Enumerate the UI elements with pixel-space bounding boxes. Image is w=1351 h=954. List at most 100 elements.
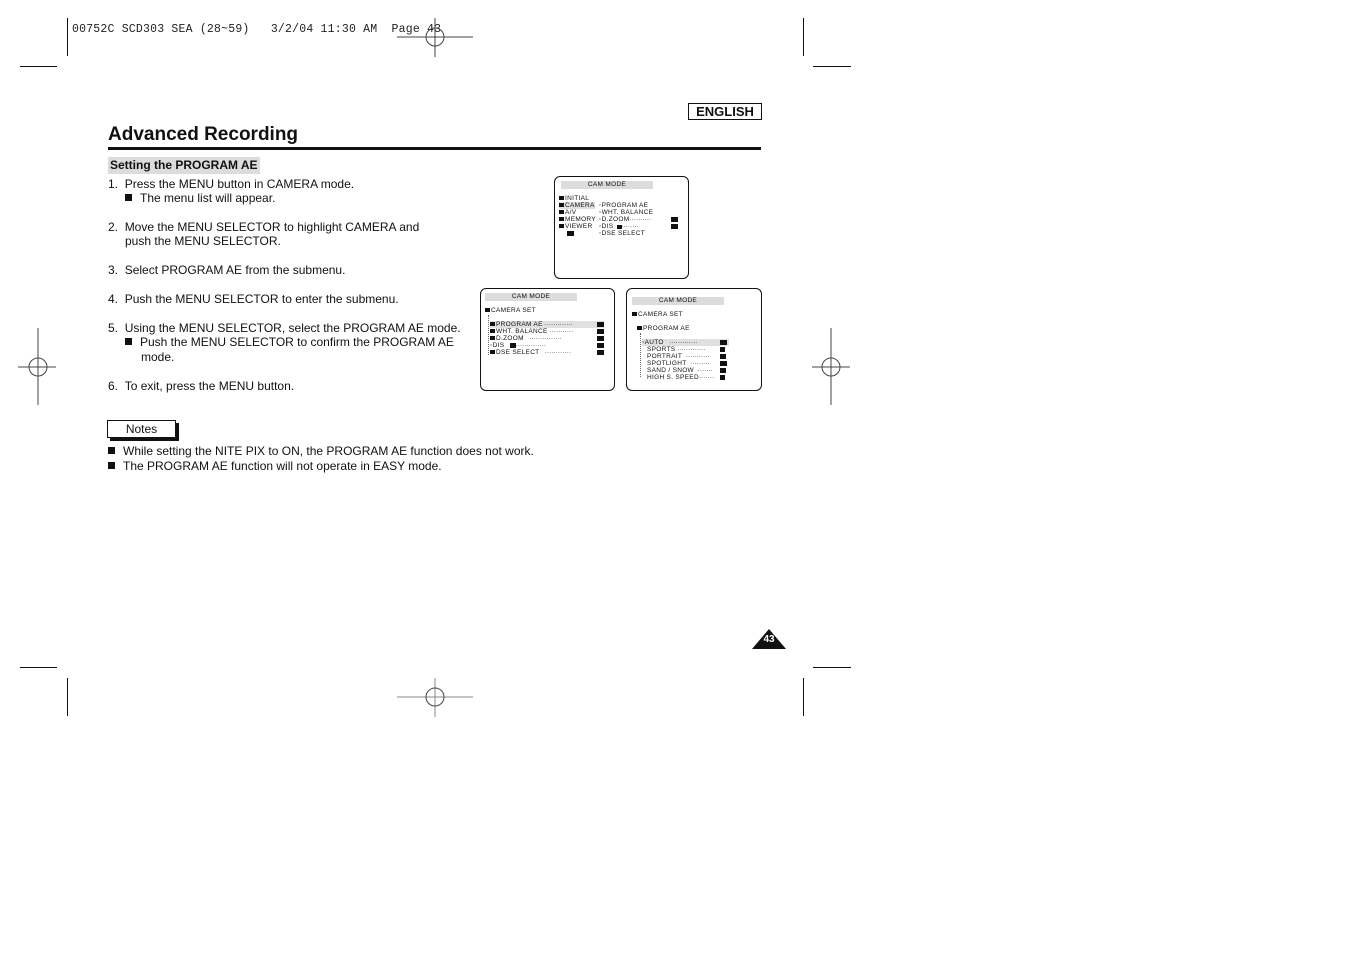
print-slug: 00752C SCD303 SEA (28~59) 3/2/04 11:30 A…: [72, 23, 442, 36]
osd-submenu-program-ae: ◦PROGRAM AE: [599, 202, 649, 209]
crop-mark: [20, 66, 57, 67]
language-badge: ENGLISH: [688, 103, 762, 120]
memory-icon: [559, 217, 564, 221]
note-text: While setting the NITE PIX to ON, the PR…: [123, 444, 534, 458]
step-number: 3.: [108, 263, 119, 277]
crop-mark: [803, 678, 804, 716]
step-number: 5.: [108, 321, 119, 335]
page-number: 43: [763, 634, 775, 645]
folder-icon: [559, 224, 564, 228]
osd-menu-viewer: VIEWER: [559, 223, 592, 230]
bullet-square-icon: [108, 462, 115, 469]
folder-icon: [490, 322, 495, 326]
step-number: 4.: [108, 292, 119, 306]
step-text-cont: push the MENU SELECTOR.: [125, 234, 281, 248]
osd-item-d-zoom: D.ZOOM ···············: [490, 335, 562, 342]
osd-option-portrait: PORTRAIT ···········: [647, 353, 710, 360]
osd-screen-menu: CAM MODE INITIAL CAMERA A/V MEMORY VIEWE…: [554, 176, 689, 279]
title-rule: [108, 147, 761, 150]
osd-option-sand-snow: SAND / SNOW ·······: [647, 367, 713, 374]
notes-label: Notes: [107, 420, 176, 438]
osd-screen-program-ae: CAM MODE CAMERA SET PROGRAM AE ◦AUTO ···…: [626, 288, 762, 391]
registration-mark-bottom: [397, 678, 473, 717]
step-4: 4. Push the MENU SELECTOR to enter the s…: [108, 292, 399, 306]
step-text: To exit, press the MENU button.: [124, 379, 295, 393]
osd-item-wht-balance: WHT. BALANCE ···········: [490, 328, 573, 335]
step-1: 1. Press the MENU button in CAMERA mode.: [108, 177, 354, 191]
step-text: Press the MENU button in CAMERA mode.: [124, 177, 355, 191]
osd-option-spotlight: SPOTLIGHT ·········: [647, 360, 710, 367]
auto-icon: [720, 340, 727, 345]
crop-mark: [813, 667, 851, 668]
program-ae-icon: [597, 322, 604, 327]
dis-icon: [597, 343, 604, 348]
osd-option-high-speed: HIGH S. SPEED·······: [647, 374, 715, 381]
step-text: Select PROGRAM AE from the submenu.: [124, 263, 346, 277]
crop-mark: [803, 18, 804, 56]
bullet-square-icon: [125, 338, 132, 345]
folder-icon: [559, 203, 564, 207]
crop-mark: [20, 667, 57, 668]
dzoom-icon: [671, 217, 678, 222]
osd-screen-camera-set: CAM MODE CAMERA SET PROGRAM AE ·········…: [480, 288, 615, 391]
step-subtext: Push the MENU SELECTOR to confirm the PR…: [140, 335, 454, 349]
step-text: Move the MENU SELECTOR to highlight CAME…: [124, 220, 420, 234]
registration-mark-top: [397, 18, 473, 57]
folder-icon: [559, 210, 564, 214]
crop-mark: [67, 678, 68, 716]
folder-icon: [490, 336, 495, 340]
note-text: The PROGRAM AE function will not operate…: [123, 459, 442, 473]
bullet-square-icon: [125, 194, 132, 201]
osd-submenu-d-zoom: ◦D.ZOOM··········: [599, 216, 652, 223]
step-number: 1.: [108, 177, 119, 191]
folder-icon: [637, 326, 642, 330]
crop-mark: [67, 18, 68, 56]
portrait-icon: [720, 354, 726, 359]
osd-header: CAM MODE: [561, 181, 653, 189]
note-item: The PROGRAM AE function will not operate…: [108, 459, 442, 473]
note-item: While setting the NITE PIX to ON, the PR…: [108, 444, 534, 458]
folder-icon: [490, 350, 495, 354]
step-text: Push the MENU SELECTOR to enter the subm…: [124, 292, 399, 306]
osd-sub-parent-program-ae: PROGRAM AE: [637, 325, 690, 332]
page-title: Advanced Recording: [108, 124, 299, 145]
step-number: 2.: [108, 220, 119, 234]
osd-option-auto: ◦AUTO ·············: [642, 339, 729, 346]
osd-menu-memory: MEMORY: [559, 216, 596, 223]
osd-menu-initial: INITIAL: [559, 195, 589, 202]
dis-icon: [671, 224, 678, 229]
osd-menu-av: A/V: [559, 209, 576, 216]
step-6: 6. To exit, press the MENU button.: [108, 379, 294, 393]
dis-hand-icon: [510, 343, 516, 348]
osd-submenu-dse-select: ◦DSE SELECT: [599, 230, 646, 237]
dzoom-icon: [597, 336, 604, 341]
registration-mark-left: [18, 328, 56, 405]
osd-parent-camera-set: CAMERA SET: [632, 311, 683, 318]
step-5-sub: Push the MENU SELECTOR to confirm the PR…: [125, 335, 454, 349]
registration-mark-right: [812, 328, 850, 405]
osd-menu-camera: CAMERA: [559, 202, 595, 209]
folder-icon: [632, 312, 637, 316]
step-3: 3. Select PROGRAM AE from the submenu.: [108, 263, 345, 277]
step-subtext-cont: mode.: [141, 350, 175, 364]
crop-mark: [813, 66, 851, 67]
folder-icon: [490, 329, 495, 333]
step-number: 6.: [108, 379, 119, 393]
bullet-square-icon: [108, 447, 115, 454]
dse-icon: [597, 350, 604, 355]
osd-submenu-wht-balance: ◦WHT. BALANCE: [599, 209, 654, 216]
step-text: Using the MENU SELECTOR, select the PROG…: [124, 321, 461, 335]
dis-hand-icon: [617, 225, 622, 229]
osd-item-dis: ◦DIS ···············: [490, 342, 546, 349]
step-subtext: The menu list will appear.: [140, 191, 276, 205]
viewer-icon: [567, 231, 574, 236]
step-5-sub-cont: mode.: [141, 350, 174, 364]
osd-item-program-ae: PROGRAM AE ·············: [490, 321, 604, 328]
osd-parent-camera-set: CAMERA SET: [485, 307, 536, 314]
section-title: Setting the PROGRAM AE: [108, 157, 260, 174]
folder-icon: [559, 196, 564, 200]
high-speed-icon: [720, 375, 725, 380]
folder-icon: [485, 308, 490, 312]
osd-item-dse-select: DSE SELECT ············: [490, 349, 571, 356]
spotlight-icon: [720, 361, 727, 366]
